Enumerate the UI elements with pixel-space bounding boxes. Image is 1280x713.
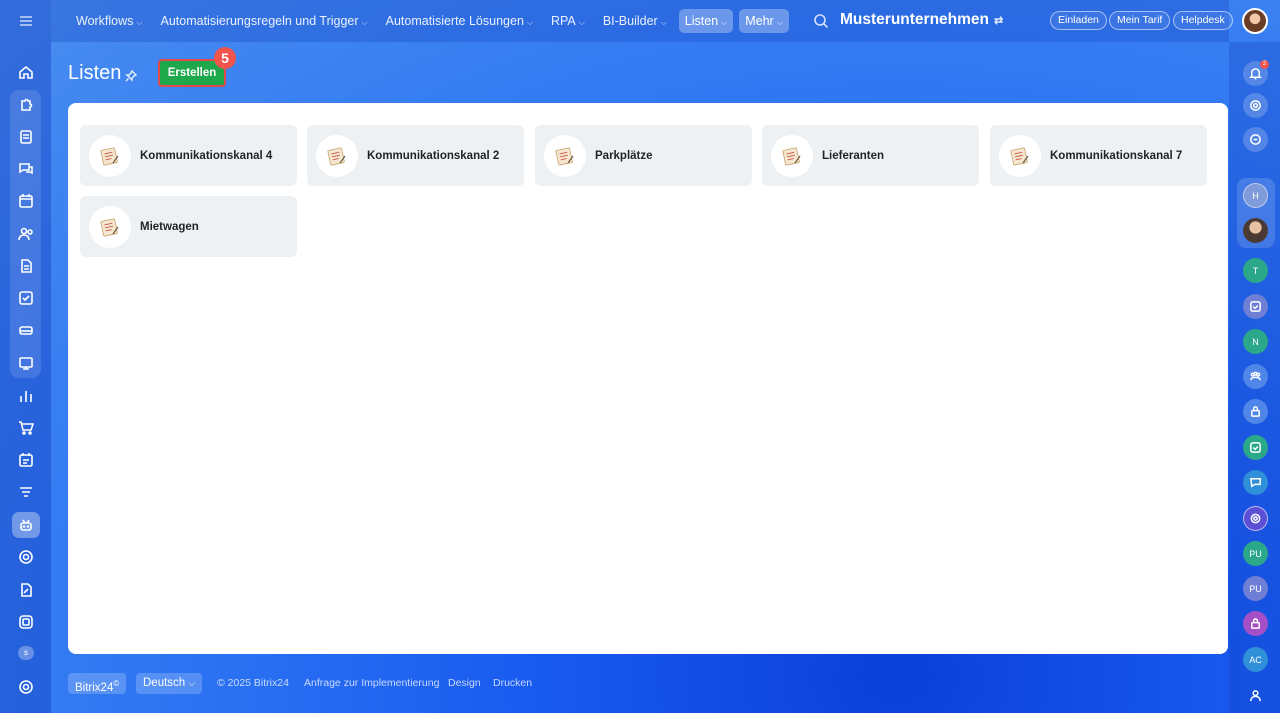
nav-item-lists[interactable]: Listen ⌵ (678, 9, 734, 33)
language-select[interactable]: Deutsch ⌵ (136, 673, 203, 694)
chat-avatar-photo[interactable] (1243, 218, 1268, 243)
calendar-icon[interactable] (12, 188, 40, 214)
design-link[interactable]: Design (448, 677, 481, 689)
contacts-list-icon[interactable] (1243, 683, 1268, 708)
list-icon (771, 134, 813, 177)
list-card[interactable]: Kommunikationskanal 4 (80, 125, 297, 186)
puzzle-icon[interactable] (12, 92, 40, 118)
nav-item-rpa[interactable]: RPA ⌵ (545, 9, 591, 33)
nav-item-more[interactable]: Mehr ⌵ (739, 9, 789, 33)
invite-button[interactable]: Einladen (1050, 11, 1107, 30)
chevron-down-icon: ⌵ (721, 18, 728, 27)
lock-icon[interactable] (1243, 611, 1268, 636)
search-chat-icon[interactable] (1243, 127, 1268, 152)
list-icon (999, 134, 1041, 177)
chevron-down-icon: ⌵ (136, 18, 143, 27)
feed-icon[interactable] (12, 124, 40, 150)
list-card[interactable]: Kommunikationskanal 2 (307, 125, 524, 186)
list-card-label: Lieferanten (822, 149, 884, 162)
bitrix24-button[interactable]: Bitrix24© (68, 673, 127, 694)
nav-item-bi-builder[interactable]: BI-Builder ⌵ (597, 9, 673, 33)
list-card[interactable]: Kommunikationskanal 7 (990, 125, 1207, 186)
notification-count: 2 (1260, 60, 1269, 69)
tasks-chat-icon[interactable] (1243, 294, 1268, 319)
page-title: Listen (68, 62, 122, 84)
list-icon (544, 134, 586, 177)
shop-icon[interactable] (12, 415, 40, 441)
list-icon (89, 205, 131, 248)
nav-item-automation-rules[interactable]: Automatisierungsregeln und Trigger ⌵ (155, 9, 374, 33)
user-badge[interactable]: s (18, 646, 34, 660)
list-card-label: Kommunikationskanal 4 (140, 149, 273, 162)
list-card-label: Parkplätze (595, 149, 653, 162)
copyright-mark: © (113, 679, 120, 688)
list-card[interactable]: Parkplätze (535, 125, 752, 186)
step-badge: 5 (214, 47, 236, 69)
chat-avatar[interactable]: T (1243, 258, 1268, 283)
group-chat-icon[interactable] (1243, 364, 1268, 389)
tasks-chat-icon[interactable] (1243, 435, 1268, 460)
nav-item-automated-solutions[interactable]: Automatisierte Lösungen ⌵ (380, 9, 539, 33)
chevron-down-icon: ⌵ (660, 18, 667, 27)
sign-icon[interactable] (12, 577, 40, 603)
list-card-label: Kommunikationskanal 2 (367, 149, 500, 162)
message-icon[interactable] (1243, 470, 1268, 495)
helpdesk-button[interactable]: Helpdesk (1173, 11, 1233, 30)
chat-avatar[interactable]: PU (1243, 576, 1268, 601)
chevron-down-icon: ⌵ (526, 18, 533, 27)
nav-item-workflows[interactable]: Workflows ⌵ (70, 9, 149, 33)
tasks-icon[interactable] (12, 285, 40, 311)
pin-icon[interactable] (125, 69, 138, 82)
company-name[interactable]: Musterunternehmen ⇄ (840, 11, 1003, 29)
apps-icon[interactable] (12, 609, 40, 635)
implementation-link[interactable]: Anfrage zur Implementierung (304, 677, 439, 689)
chat-avatar[interactable]: H (1243, 183, 1268, 208)
chevron-down-icon: ⌵ (188, 678, 196, 688)
search-icon[interactable] (813, 13, 829, 29)
copilot-chat-icon[interactable] (1243, 506, 1268, 531)
chevron-down-icon: ⌵ (361, 18, 368, 27)
user-avatar[interactable] (1242, 8, 1268, 34)
lock-icon[interactable] (1243, 399, 1268, 424)
target-icon[interactable] (12, 544, 40, 570)
list-card-label: Kommunikationskanal 7 (1050, 149, 1183, 162)
analytics-icon[interactable] (12, 383, 40, 409)
list-card[interactable]: Lieferanten (762, 125, 979, 186)
chat-avatar[interactable]: PU (1243, 541, 1268, 566)
list-card[interactable]: Mietwagen (80, 196, 297, 257)
menu-icon[interactable] (12, 8, 40, 34)
chat-icon[interactable] (12, 156, 40, 182)
swap-icon: ⇄ (994, 15, 1004, 27)
list-icon (89, 134, 131, 177)
print-link[interactable]: Drucken (493, 677, 532, 689)
chevron-down-icon: ⌵ (776, 18, 783, 27)
chevron-down-icon: ⌵ (578, 18, 585, 27)
document-icon[interactable] (12, 253, 40, 279)
tariff-button[interactable]: Mein Tarif (1109, 11, 1171, 30)
home-icon[interactable] (12, 59, 40, 85)
automation-icon[interactable] (12, 512, 40, 538)
workspace-icon[interactable] (12, 350, 40, 376)
nav-menu: Workflows ⌵ Automatisierungsregeln und Tr… (70, 9, 795, 33)
list-icon (316, 134, 358, 177)
contacts-icon[interactable] (12, 221, 40, 247)
settings-icon[interactable] (12, 674, 40, 700)
copilot-icon[interactable] (1243, 93, 1268, 118)
chat-avatar[interactable]: N (1243, 329, 1268, 354)
chat-avatar[interactable]: AC (1243, 647, 1268, 672)
copyright-text: © 2025 Bitrix24 (217, 677, 289, 689)
drive-icon[interactable] (12, 317, 40, 343)
list-card-label: Mietwagen (140, 220, 199, 233)
funnel-icon[interactable] (12, 480, 40, 506)
booking-icon[interactable] (12, 447, 40, 473)
